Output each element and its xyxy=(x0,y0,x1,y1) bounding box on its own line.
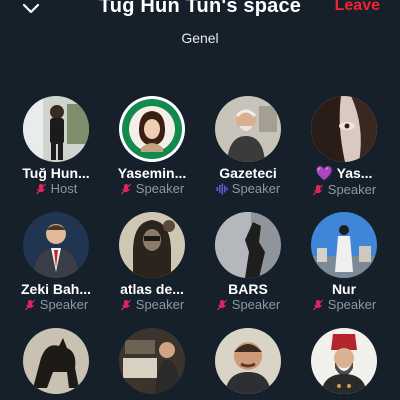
avatar xyxy=(23,212,89,278)
participant-card[interactable]: atlas de... Speaker xyxy=(104,212,200,312)
participant-role-label: Speaker xyxy=(39,297,89,312)
participant-name: BARS xyxy=(228,281,268,297)
participant-role: Speaker xyxy=(200,181,296,196)
avatar xyxy=(23,328,89,394)
leave-button[interactable]: Leave xyxy=(335,0,380,15)
participant-name: Nur xyxy=(331,281,357,297)
participant-card[interactable]: Yasemin... Speaker xyxy=(104,96,200,196)
participant-name: atlas de... xyxy=(120,281,184,297)
participant-role-label: Speaker xyxy=(135,181,185,196)
participant-card[interactable]: 💜 Yas... Speaker xyxy=(296,96,392,197)
participant-name: Yasemin... xyxy=(117,165,187,181)
avatar xyxy=(119,212,185,278)
participant-role-label: Speaker xyxy=(327,182,377,197)
participant-role: Speaker xyxy=(104,297,200,312)
avatar xyxy=(119,96,185,162)
participant-card[interactable] xyxy=(296,328,392,397)
mic-off-icon xyxy=(120,183,132,195)
participant-card[interactable]: Gazeteci Speaker xyxy=(200,96,296,196)
avatar xyxy=(215,328,281,394)
participant-role: Speaker xyxy=(296,182,392,197)
participant-role-label: Speaker xyxy=(231,297,281,312)
space-topic: Genel xyxy=(181,30,219,46)
participant-role: Speaker xyxy=(104,181,200,196)
participant-card[interactable]: Nur Speaker xyxy=(296,212,392,312)
participant-role-label: Speaker xyxy=(135,297,185,312)
space-header: Tug Hun Tun's space Leave xyxy=(0,0,400,22)
participant-name: Gazeteci xyxy=(219,165,277,181)
participant-name: Zeki Bah... xyxy=(20,281,92,297)
participant-card[interactable]: BARS Speaker xyxy=(200,212,296,312)
participant-name: Tuğ Hun... xyxy=(22,165,90,181)
avatar xyxy=(23,96,89,162)
mic-off-icon xyxy=(312,299,324,311)
participant-card[interactable] xyxy=(104,328,200,397)
participant-role-label: Host xyxy=(50,181,78,196)
mic-off-icon xyxy=(35,183,47,195)
speaking-icon xyxy=(216,183,228,195)
participant-card[interactable] xyxy=(8,328,104,397)
participant-card[interactable]: Zeki Bah... Speaker xyxy=(8,212,104,312)
mic-off-icon xyxy=(216,299,228,311)
participant-role-label: Speaker xyxy=(231,181,281,196)
participant-role: Speaker xyxy=(200,297,296,312)
avatar xyxy=(215,212,281,278)
mic-off-icon xyxy=(120,299,132,311)
participant-role: Speaker xyxy=(8,297,104,312)
participant-name: 💜 Yas... xyxy=(315,165,373,181)
participant-role: Speaker xyxy=(296,297,392,312)
participant-card[interactable] xyxy=(200,328,296,397)
mic-off-icon xyxy=(312,184,324,196)
avatar xyxy=(311,212,377,278)
participant-role-label: Speaker xyxy=(327,297,377,312)
avatar xyxy=(119,328,185,394)
avatar xyxy=(311,328,377,394)
participant-role: Host xyxy=(8,181,104,196)
avatar xyxy=(311,96,377,162)
avatar xyxy=(215,96,281,162)
participant-card[interactable]: Tuğ Hun... Host xyxy=(8,96,104,196)
mic-off-icon xyxy=(24,299,36,311)
